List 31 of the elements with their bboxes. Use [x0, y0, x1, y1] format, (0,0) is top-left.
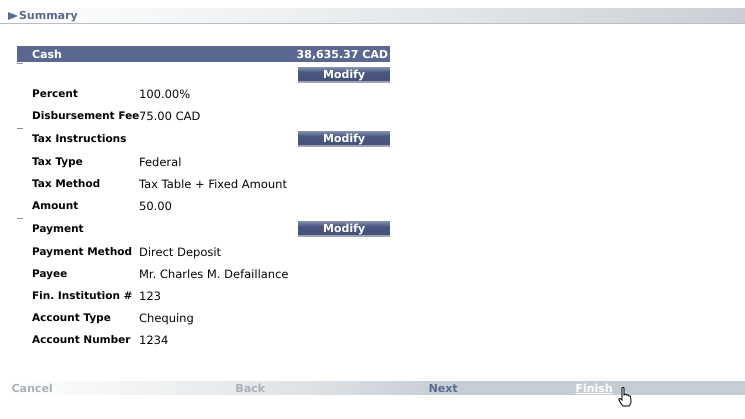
- nav-link[interactable]: Next: [428, 382, 458, 394]
- field-label: Tax Method: [32, 178, 102, 190]
- field-value: Federal: [139, 155, 182, 169]
- field-label: Fin. Institution #: [32, 290, 134, 302]
- field-value: 1234: [139, 333, 168, 347]
- field-value: Tax Table + Fixed Amount: [139, 177, 287, 191]
- modify-button[interactable]: Modify: [298, 131, 390, 147]
- page-title: Summary: [19, 9, 78, 22]
- field-label: Amount: [32, 200, 80, 212]
- section-amount: 38,635.37 CAD: [296, 48, 388, 60]
- field-label: Tax Type: [32, 156, 84, 168]
- section-title: Payment: [32, 223, 84, 235]
- field-value: Chequing: [139, 311, 194, 325]
- field-label: Payee: [32, 268, 68, 280]
- field-label: Percent: [32, 88, 79, 100]
- field-label: Disbursement Fee: [32, 110, 139, 122]
- hand-cursor-icon: [618, 387, 632, 407]
- field-label: Account Number: [32, 334, 132, 346]
- triangle-icon: [8, 12, 18, 20]
- field-value: 100.00%: [139, 87, 190, 101]
- field-value: Direct Deposit: [139, 245, 222, 259]
- section-title: Cash: [32, 48, 62, 60]
- field-value: Mr. Charles M. Defaillance: [139, 267, 288, 281]
- modify-button[interactable]: Modify: [298, 221, 390, 237]
- field-value: 123: [139, 289, 161, 303]
- section-title: Tax Instructions: [32, 133, 126, 145]
- field-value: 75.00 CAD: [139, 109, 200, 123]
- field-value: 50.00: [139, 199, 172, 213]
- field-label: Account Type: [32, 312, 112, 324]
- modify-button[interactable]: Modify: [298, 67, 390, 83]
- field-label: Payment Method: [32, 246, 134, 258]
